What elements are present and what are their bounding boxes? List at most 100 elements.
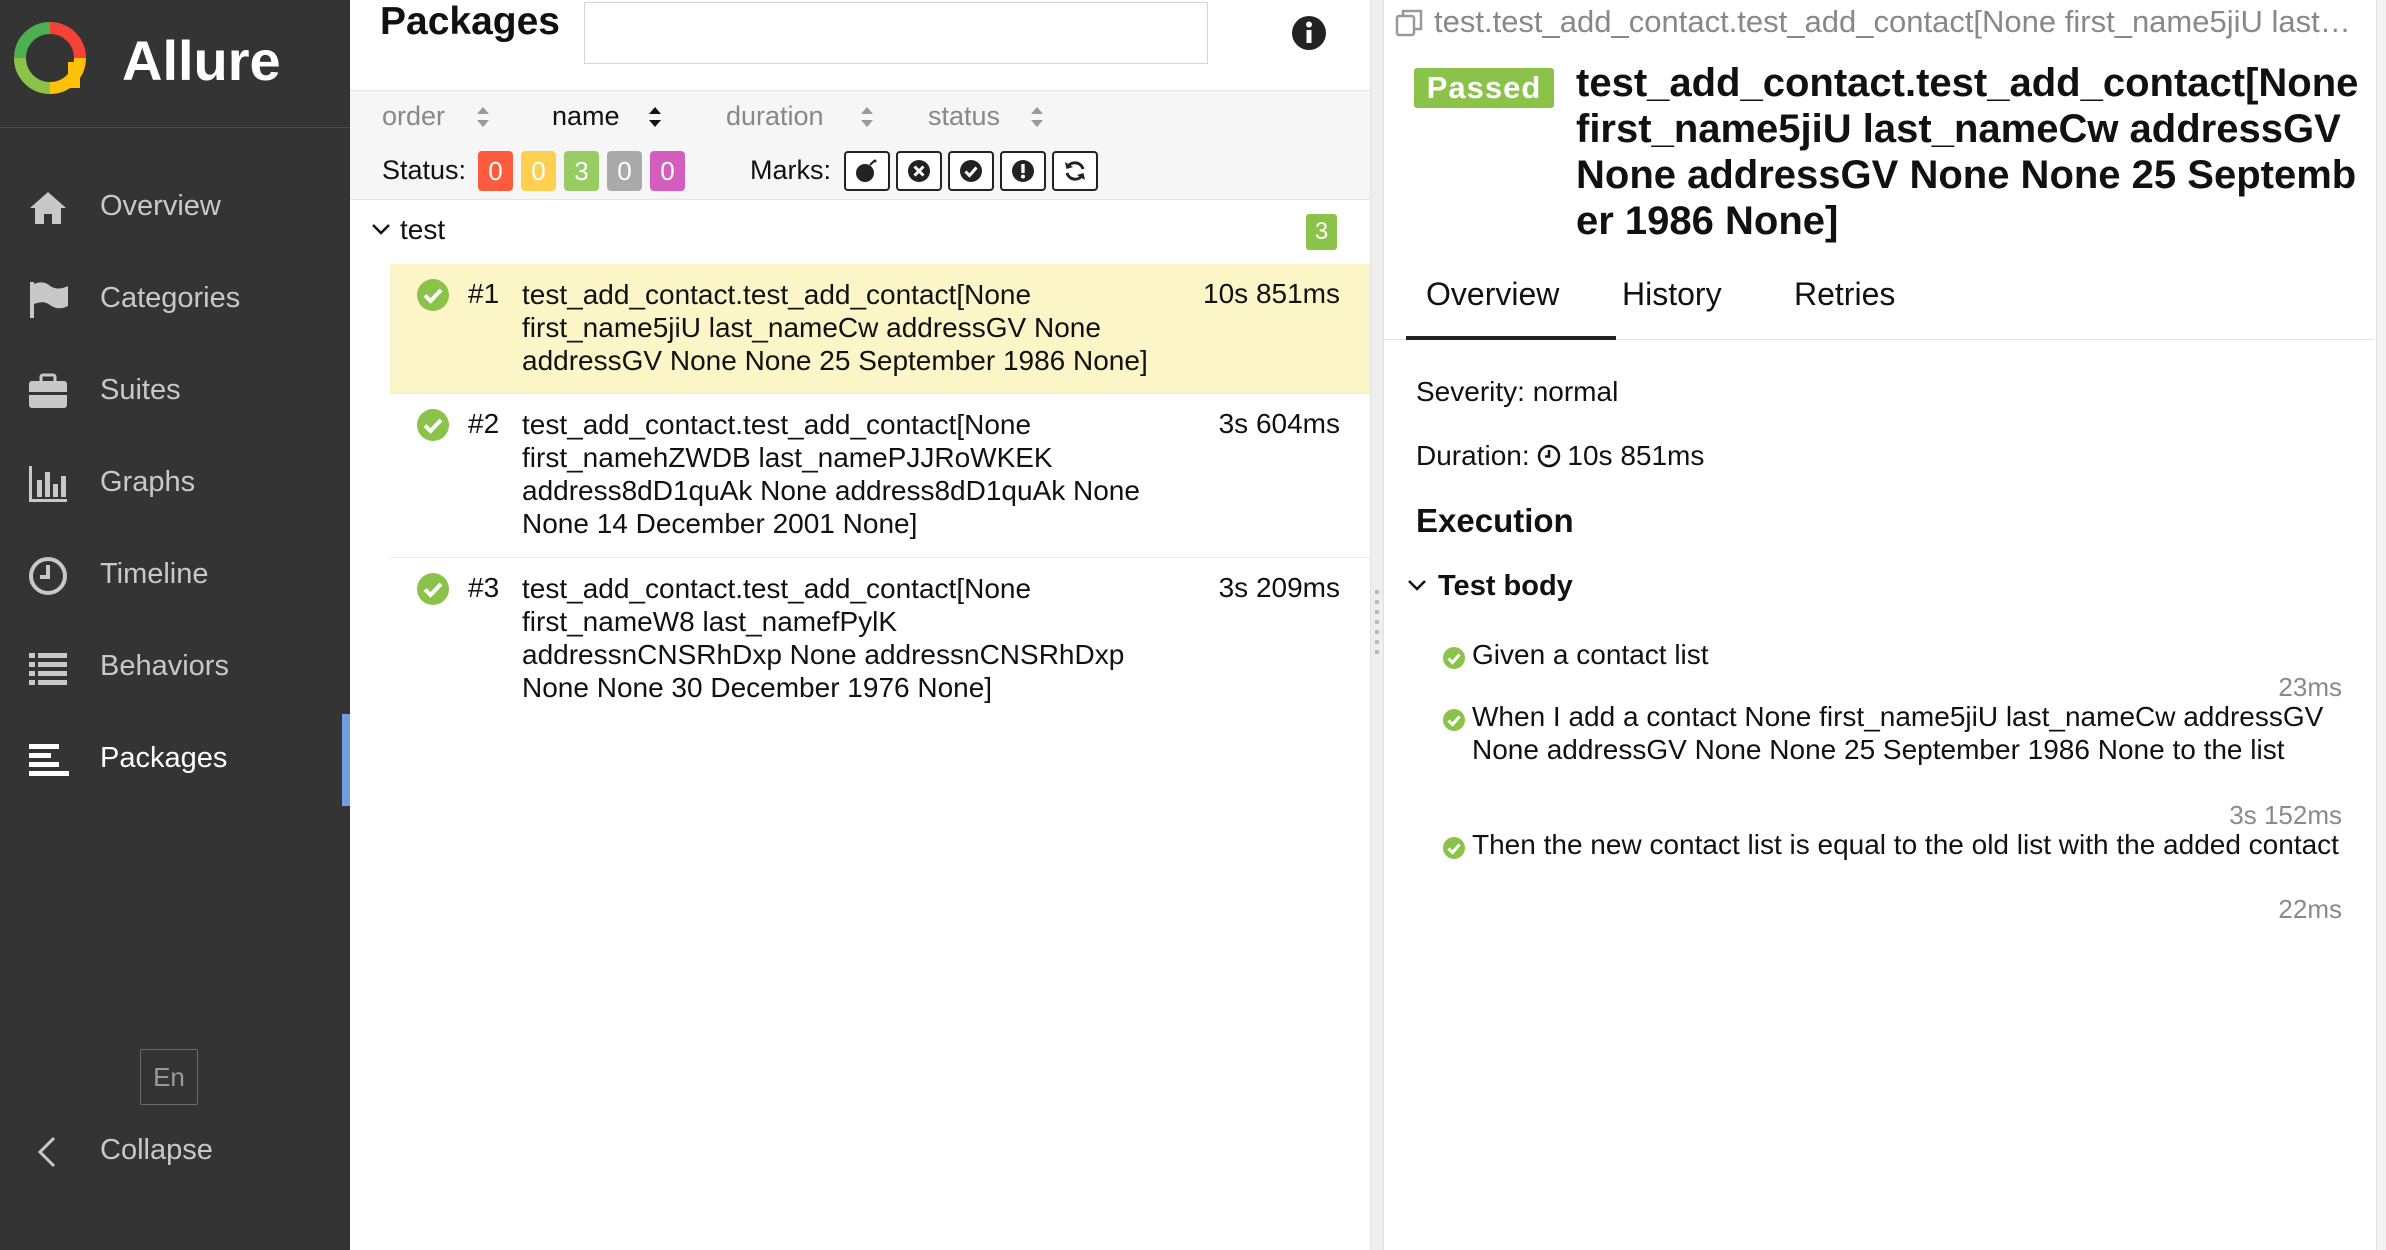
step-row[interactable]: When I add a contact None first_name5jiU… <box>1442 700 2362 830</box>
chevron-left-icon <box>37 1136 56 1168</box>
test-number: #3 <box>468 572 500 603</box>
sort-icon[interactable] <box>1028 103 1046 131</box>
sidebar-item-behaviors[interactable]: Behaviors <box>0 622 350 714</box>
step-text: Given a contact list <box>1472 639 1709 670</box>
breadcrumb[interactable]: test.test_add_contact.test_add_contact[N… <box>1434 4 2354 40</box>
check-circle-icon <box>960 160 982 182</box>
test-name: test_add_contact.test_add_contact[None f… <box>522 409 1140 539</box>
align-left-icon <box>29 744 69 776</box>
new-broken-mark-button[interactable] <box>1000 151 1046 191</box>
test-duration: 3s 209ms <box>1218 572 1340 603</box>
passed-status-icon <box>417 279 449 311</box>
tab-history[interactable]: History <box>1622 276 1722 340</box>
exclamation-circle-icon <box>1012 160 1034 182</box>
copy-icon[interactable] <box>1394 8 1424 38</box>
briefcase-icon <box>29 373 67 408</box>
page-title: Packages <box>380 0 560 43</box>
sort-name[interactable]: name <box>552 101 620 132</box>
tree-toolbar: order name duration status Status: 0 0 3… <box>350 90 1370 200</box>
search-input[interactable] <box>584 2 1208 64</box>
test-name: test_add_contact.test_add_contact[None f… <box>522 279 1148 376</box>
sidebar-item-overview[interactable]: Overview <box>0 162 350 254</box>
new-passed-mark-button[interactable] <box>948 151 994 191</box>
step-text: When I add a contact None first_name5jiU… <box>1472 701 2324 765</box>
duration-label: Duration: <box>1416 440 1530 471</box>
sidebar-item-timeline[interactable]: Timeline <box>0 530 350 622</box>
sort-status[interactable]: status <box>928 101 1000 132</box>
duration-field: Duration: 10s 851ms <box>1416 440 1704 472</box>
home-icon <box>30 192 66 224</box>
test-number: #1 <box>468 278 500 309</box>
clock-icon <box>29 557 67 595</box>
marks-filter-label: Marks: <box>750 155 831 185</box>
info-icon[interactable] <box>1290 14 1328 52</box>
group-count-badge: 3 <box>1306 214 1337 250</box>
test-duration: 10s 851ms <box>1203 278 1340 309</box>
flag-icon <box>30 282 68 318</box>
retries-mark-button[interactable] <box>1052 151 1098 191</box>
status-passed-badge[interactable]: 3 <box>564 151 599 191</box>
status-failed-badge[interactable]: 0 <box>478 151 513 191</box>
sort-icon[interactable] <box>858 103 876 131</box>
sidebar-item-label: Behaviors <box>100 650 229 682</box>
sidebar-item-label: Overview <box>100 190 221 222</box>
test-row[interactable]: #3 test_add_contact.test_add_contact[Non… <box>390 558 1370 722</box>
chevron-down-icon <box>372 224 390 235</box>
step-duration: 22ms <box>2278 894 2342 924</box>
tree-group[interactable]: test 3 <box>350 202 1370 260</box>
times-circle-icon <box>908 160 930 182</box>
brand[interactable]: Allure <box>0 0 350 128</box>
test-row[interactable]: #1 test_add_contact.test_add_contact[Non… <box>390 264 1370 394</box>
sidebar-item-label: Suites <box>100 374 181 406</box>
passed-step-icon <box>1443 837 1465 859</box>
scrollbar[interactable] <box>2376 0 2386 1250</box>
passed-step-icon <box>1443 647 1465 669</box>
chevron-down-icon <box>1408 580 1426 591</box>
passed-step-icon <box>1443 709 1465 731</box>
test-detail-pane: test.test_add_contact.test_add_contact[N… <box>1384 0 2386 1250</box>
test-row[interactable]: #2 test_add_contact.test_add_contact[Non… <box>390 394 1370 558</box>
sidebar-item-categories[interactable]: Categories <box>0 254 350 346</box>
status-unknown-badge[interactable]: 0 <box>650 151 685 191</box>
language-button[interactable]: En <box>140 1049 198 1105</box>
step-row[interactable]: Given a contact list 23ms <box>1442 638 2362 702</box>
sort-duration[interactable]: duration <box>726 101 824 132</box>
sidebar-item-packages[interactable]: Packages <box>0 714 350 806</box>
new-failed-mark-button[interactable] <box>896 151 942 191</box>
step-row[interactable]: Then the new contact list is equal to th… <box>1442 828 2362 928</box>
status-broken-badge[interactable]: 0 <box>521 151 556 191</box>
status-filter-label: Status: <box>382 155 467 185</box>
step-duration: 3s 152ms <box>2229 800 2342 830</box>
test-body-toggle[interactable]: Test body <box>1406 570 1573 603</box>
test-body-label: Test body <box>1438 570 1573 602</box>
execution-title: Execution <box>1416 502 1574 539</box>
tab-overview[interactable]: Overview <box>1406 276 1616 340</box>
sidebar: Allure Overview Categories Suites Graphs… <box>0 0 350 1250</box>
sidebar-item-label: Categories <box>100 282 241 314</box>
packages-pane: Packages order name duration status Stat… <box>350 0 1370 1250</box>
test-title: test_add_contact.test_add_contact[None f… <box>1576 61 2359 243</box>
pane-splitter[interactable] <box>1370 0 1384 1250</box>
sort-icon[interactable] <box>474 103 492 131</box>
refresh-icon <box>1065 161 1085 181</box>
bomb-icon <box>856 159 877 182</box>
passed-status-icon <box>417 573 449 605</box>
sidebar-item-suites[interactable]: Suites <box>0 346 350 438</box>
test-name: test_add_contact.test_add_contact[None f… <box>522 573 1125 703</box>
status-skipped-badge[interactable]: 0 <box>607 151 642 191</box>
tab-retries[interactable]: Retries <box>1794 276 1895 340</box>
splitter-grip[interactable] <box>1375 590 1379 660</box>
sort-icon[interactable] <box>646 103 664 131</box>
status-badge: Passed <box>1414 68 1554 108</box>
sort-order[interactable]: order <box>382 101 445 132</box>
step-text: Then the new contact list is equal to th… <box>1472 829 2339 860</box>
collapse-button[interactable]: Collapse <box>0 1108 350 1194</box>
sidebar-item-graphs[interactable]: Graphs <box>0 438 350 530</box>
bar-chart-icon <box>29 466 67 502</box>
flaky-mark-button[interactable] <box>844 151 890 191</box>
sidebar-item-label: Packages <box>100 742 228 774</box>
brand-name: Allure <box>122 29 281 92</box>
test-number: #2 <box>468 408 500 439</box>
step-duration: 23ms <box>2278 672 2342 702</box>
sidebar-item-label: Graphs <box>100 466 196 498</box>
